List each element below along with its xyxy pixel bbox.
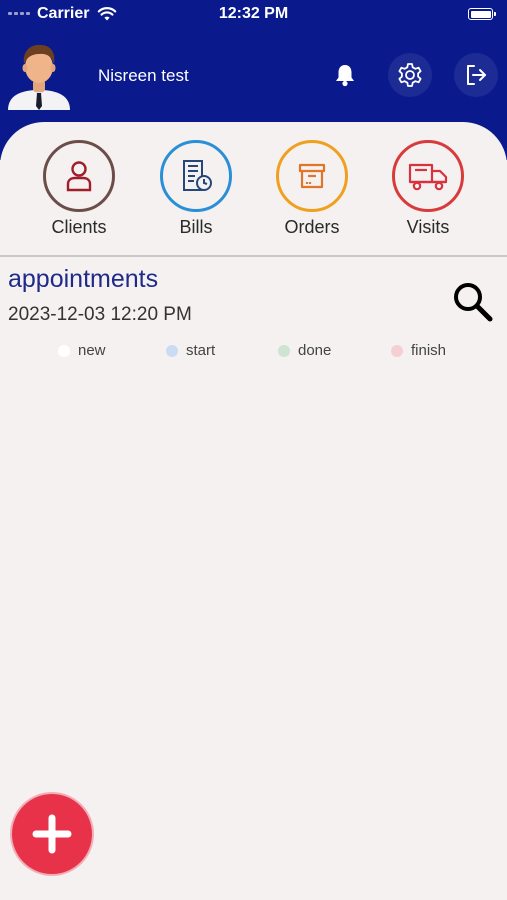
battery-icon: [468, 8, 496, 20]
search-button[interactable]: [450, 279, 496, 325]
plus-icon: [32, 814, 72, 854]
bills-button[interactable]: Bills: [151, 140, 241, 238]
orders-label: Orders: [284, 217, 340, 237]
legend-label: start: [186, 342, 216, 359]
user-name[interactable]: Nisreen test: [98, 66, 189, 86]
clients-icon-circle[interactable]: [43, 140, 115, 212]
bills-label: Bills: [179, 217, 213, 237]
search-icon: [454, 283, 493, 322]
legend-start: start: [166, 342, 215, 359]
clients-button[interactable]: Clients: [34, 140, 124, 238]
legend-label: done: [298, 342, 332, 359]
truck-icon: [408, 163, 448, 191]
legend-label: new: [78, 342, 106, 359]
box-icon: [298, 163, 326, 189]
settings-button[interactable]: [388, 53, 432, 97]
clock: 12:32 PM: [218, 5, 289, 22]
add-appointment-button[interactable]: [12, 794, 92, 874]
gear-icon: [398, 63, 422, 87]
bell-icon: [336, 65, 354, 87]
legend-dot: [391, 344, 403, 357]
orders-icon-circle[interactable]: [276, 140, 348, 212]
legend-dot: [58, 344, 70, 357]
page-title: appointments: [8, 265, 159, 293]
legend-finish: finish: [391, 342, 446, 359]
bills-icon-circle[interactable]: [160, 140, 232, 212]
visits-button[interactable]: Visits: [383, 140, 473, 238]
divider: [0, 255, 507, 257]
legend-label: finish: [411, 342, 447, 359]
legend-dot: [278, 344, 290, 357]
visits-icon-circle[interactable]: [392, 140, 464, 212]
visits-label: Visits: [406, 217, 450, 237]
avatar[interactable]: [6, 40, 72, 110]
legend-done: done: [278, 342, 331, 359]
logout-button[interactable]: [454, 53, 498, 97]
status-bar: Carrier 12:32 PM: [0, 0, 507, 30]
main-content: Clients Bills Orders Visits appointments…: [0, 122, 507, 900]
legend-new: new: [58, 342, 106, 359]
person-icon: [66, 161, 92, 192]
logout-icon: [467, 65, 486, 85]
invoice-icon: [183, 160, 212, 191]
notifications-button[interactable]: [323, 53, 367, 97]
appointment-datetime[interactable]: 2023-12-03 12:20 PM: [8, 304, 192, 326]
legend-dot: [166, 344, 178, 357]
orders-button[interactable]: Orders: [267, 140, 357, 238]
clients-label: Clients: [51, 217, 107, 237]
